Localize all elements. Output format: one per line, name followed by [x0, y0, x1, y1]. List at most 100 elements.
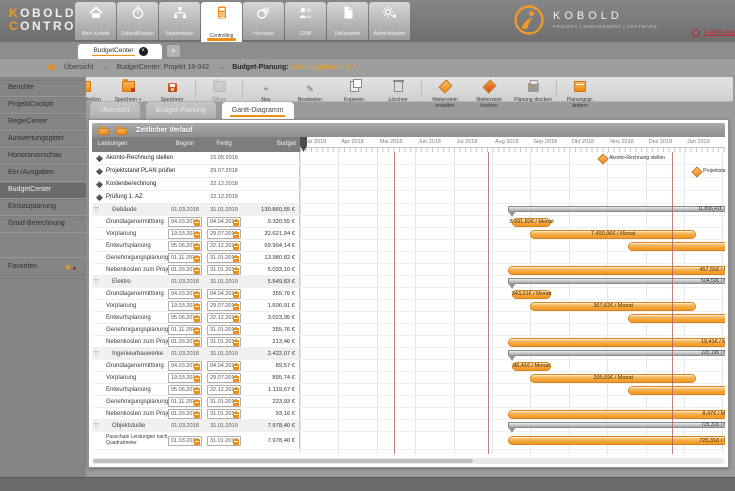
gantt-milestone-diamond-icon[interactable]	[691, 166, 702, 177]
task-row[interactable]: Entwurfsplanung 05.06.2018 22.12.2018 69…	[92, 240, 725, 252]
start-date-input[interactable]: 01.11.2018	[168, 325, 202, 335]
start-date-input[interactable]: 04.03.2018	[168, 289, 202, 299]
task-row[interactable]: Nebenkosten zum Projekt 01.03.2018 31.01…	[92, 408, 725, 420]
milestone-create-button[interactable]: Meilenstein erstellen	[423, 77, 467, 101]
gantt-task-bar[interactable]: 343,21€ / Monat	[512, 290, 552, 299]
start-date-input[interactable]: 05.06.2018	[168, 241, 202, 251]
start-date-input[interactable]: 19.03.2018	[168, 301, 202, 311]
gantt-task-bar[interactable]: 170,26€ / Monat	[628, 386, 725, 395]
scrollbar-thumb[interactable]	[93, 459, 473, 463]
expand-group-icon[interactable]: ▽	[94, 348, 99, 360]
notifications-link[interactable]: 7 Meldungen	[692, 29, 735, 37]
calendar-icon[interactable]	[233, 316, 239, 322]
start-date-input[interactable]: 05.06.2018	[168, 313, 202, 323]
start-date-input[interactable]: 05.06.2018	[168, 385, 202, 395]
task-row[interactable]: Grundlagenermittlung 04.03.2018 04.04.20…	[92, 216, 725, 228]
start-date-input[interactable]: 04.03.2018	[168, 361, 202, 371]
sidebar-item-ein-ausgaben[interactable]: Ein-/Ausgaben	[0, 165, 86, 182]
calendar-icon[interactable]	[233, 232, 239, 238]
sidebar-favorites[interactable]: Favoriten ★	[0, 257, 86, 275]
calendar-icon[interactable]	[194, 220, 200, 226]
milestone-delete-button[interactable]: Meilenstein löschen	[467, 77, 511, 101]
calendar-icon[interactable]	[194, 439, 200, 445]
add-tab-button[interactable]: +	[167, 45, 180, 57]
task-row[interactable]: Entwurfsplanung 05.06.2018 22.12.2018 1.…	[92, 384, 725, 396]
gantt-summary-bar[interactable]: 11.896,41€ / Monat	[508, 206, 725, 212]
sidebar-item-budgetcenter[interactable]: BudgetCenter	[0, 182, 86, 199]
calendar-icon[interactable]	[194, 340, 200, 346]
calendar-icon[interactable]	[233, 256, 239, 262]
start-date-input[interactable]: 19.03.2018	[168, 229, 202, 239]
finish-date-input[interactable]: 29.07.2018	[207, 229, 241, 239]
gantt-task-bar[interactable]: 19,41€ / Monat	[508, 338, 725, 347]
group-row[interactable]: ▽ Elektro 01.03.2018 31.01.2019 5.549,83…	[92, 276, 725, 288]
menu-item-honorare[interactable]: Honorare	[243, 2, 284, 40]
tab-gantt-diagramm[interactable]: Gantt-Diagramm	[222, 102, 294, 119]
menu-item-mein-kobold[interactable]: Mein Kobold	[75, 2, 116, 40]
tab-budgetcenter[interactable]: BudgetCenter ×	[78, 44, 162, 59]
gantt-summary-bar[interactable]: 504,53€ / Monat	[508, 278, 725, 284]
sidebar-item-berichte[interactable]: Berichte	[0, 80, 86, 97]
task-row[interactable]: Vorplanung 19.03.2018 29.07.2018 32.621,…	[92, 228, 725, 240]
new-button[interactable]: +Neu	[244, 77, 288, 101]
horizontal-scrollbar[interactable]	[92, 458, 725, 464]
sidebar-item-gmid-berechnung[interactable]: Gmid-Berechnung	[0, 216, 86, 233]
finish-date-input[interactable]: 22.12.2018	[207, 385, 241, 395]
task-row[interactable]: Genehmigungsplanung 01.11.2018 31.01.201…	[92, 324, 725, 336]
tab-budget-planung[interactable]: Budget-Planung	[146, 102, 216, 119]
change-planning-button[interactable]: Planungsgr. ändern	[558, 77, 602, 101]
finish-date-input[interactable]: 31.01.2019	[207, 337, 241, 347]
group-row[interactable]: ▽ Ingenieurbauwerke 01.03.2018 31.01.201…	[92, 348, 725, 360]
calendar-icon[interactable]	[233, 220, 239, 226]
calendar-icon[interactable]	[233, 364, 239, 370]
milestone-row[interactable]: Prüfung 1. AZ 22.12.2018 Prüfung 1. AZ	[92, 191, 725, 204]
calendar-icon[interactable]	[233, 376, 239, 382]
breadcrumb-item-uebersicht[interactable]: Übersicht	[64, 64, 94, 71]
calendar-icon[interactable]	[233, 268, 239, 274]
milestone-row[interactable]: Akonto-Rechnung stellen 15.05.2018 Akont…	[92, 152, 725, 165]
calendar-icon[interactable]	[194, 316, 200, 322]
open-button[interactable]: Öffnen	[197, 77, 241, 101]
delete-button[interactable]: Löschen	[376, 77, 420, 101]
finish-date-input[interactable]: 22.12.2018	[207, 241, 241, 251]
save-button[interactable]: Speichern	[150, 77, 194, 101]
task-row[interactable]: Nebenkosten zum Projekt 01.03.2018 31.01…	[92, 264, 725, 276]
calendar-icon[interactable]	[194, 388, 200, 394]
calendar-icon[interactable]	[233, 412, 239, 418]
calendar-icon[interactable]	[194, 376, 200, 382]
calendar-icon[interactable]	[233, 244, 239, 250]
finish-date-input[interactable]: 29.07.2018	[207, 373, 241, 383]
task-row[interactable]: Vorplanung 19.03.2018 29.07.2018 1.600,9…	[92, 300, 725, 312]
calendar-icon[interactable]	[194, 232, 200, 238]
start-date-input[interactable]: 01.11.2018	[168, 397, 202, 407]
finish-date-input[interactable]: 04.04.2018	[207, 361, 241, 371]
expand-group-icon[interactable]: ▽	[94, 276, 99, 288]
menu-item-zeiten-kosten[interactable]: Zeiten&Kosten	[117, 2, 158, 40]
breadcrumb-item-budgetcenter[interactable]: BudgetCenter: Projekt 18-042	[117, 64, 210, 71]
calendar-icon[interactable]	[233, 388, 239, 394]
sidebar-item-honorarvorschau[interactable]: Honorarvorschau	[0, 148, 86, 165]
group-row[interactable]: ▽ Gebäude 01.03.2018 31.01.2019 130.860,…	[92, 204, 725, 216]
expand-group-icon[interactable]: ▽	[94, 204, 99, 216]
finish-date-input[interactable]: 31.01.2019	[207, 265, 241, 275]
sidebar-item-einsatzplanung[interactable]: Einsatzplanung	[0, 199, 86, 216]
expand-all-icon[interactable]	[116, 127, 126, 134]
finish-date-input[interactable]: 22.12.2018	[207, 313, 241, 323]
calendar-icon[interactable]	[233, 304, 239, 310]
finish-date-input[interactable]: 31.01.2019	[207, 325, 241, 335]
gantt-task-bar[interactable]: 8,47€ / Monat	[508, 410, 725, 419]
finish-date-input[interactable]: 31.01.2019	[207, 397, 241, 407]
sidebar-item-auswertungsgitter[interactable]: Auswertungsgitter	[0, 131, 86, 148]
gantt-task-bar[interactable]: 86,41€ / Monat	[512, 362, 552, 371]
timeline-header[interactable]: Mär 2018Apr 2018Mai 2018Jun 2018Jul 2018…	[300, 137, 725, 153]
calendar-icon[interactable]	[233, 340, 239, 346]
copy-button[interactable]: Kopieren	[332, 77, 376, 101]
back-arrow-icon[interactable]: ◀	[46, 61, 54, 74]
calendar-icon[interactable]	[233, 439, 239, 445]
calendar-icon[interactable]	[194, 304, 200, 310]
gantt-task-bar[interactable]: 457,55€ / Monat	[508, 266, 725, 275]
task-row[interactable]: Genehmigungsplanung 01.11.2018 31.01.201…	[92, 396, 725, 408]
collapse-all-icon[interactable]	[98, 127, 108, 134]
start-date-input[interactable]: 01.11.2018	[168, 253, 202, 263]
milestone-row[interactable]: Kostenberechnung 22.12.2018 Kostenberech…	[92, 178, 725, 191]
